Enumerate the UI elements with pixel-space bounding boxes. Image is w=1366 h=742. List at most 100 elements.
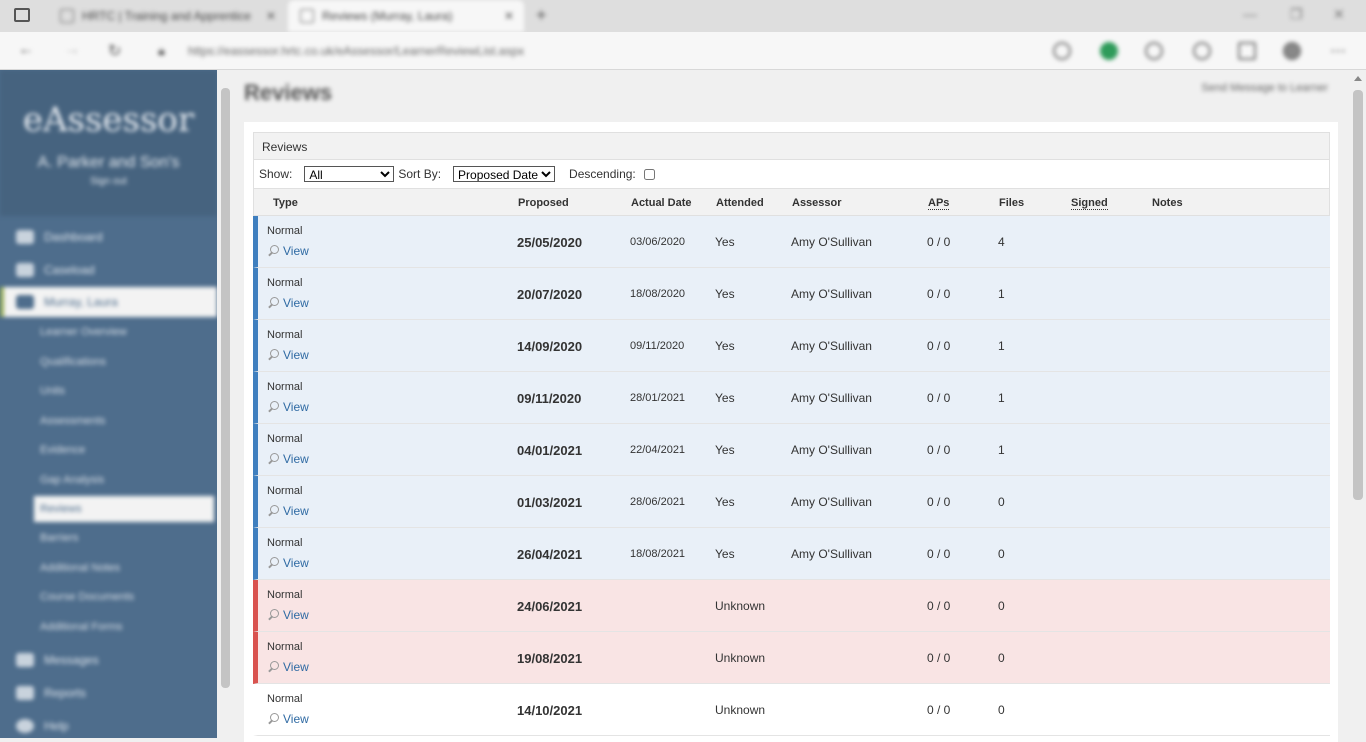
sidebar-subitem-additional-forms[interactable]: Additional Forms — [34, 614, 214, 640]
assessor: Amy O'Sullivan — [791, 339, 872, 353]
close-icon[interactable]: ✕ — [266, 9, 276, 23]
more-icon[interactable]: ⋯ — [1330, 41, 1346, 61]
sidebar-subitem-gap-analysis[interactable]: Gap Analysis — [34, 467, 214, 493]
files-count: 4 — [998, 235, 1005, 249]
files-count: 1 — [998, 339, 1005, 353]
descending-label: Descending: — [569, 167, 636, 181]
page-favicon-icon — [300, 9, 314, 23]
descending-checkbox[interactable] — [643, 168, 655, 180]
back-icon[interactable]: ← — [18, 41, 34, 59]
forward-icon[interactable]: → — [64, 41, 80, 59]
scrollbar-thumb[interactable] — [1353, 90, 1363, 500]
table-row: Normal View 14/09/2020 09/11/2020 Yes Amy O'S… — [253, 320, 1330, 372]
view-link[interactable]: View — [267, 296, 309, 310]
avatar[interactable] — [1283, 42, 1301, 60]
app-logo[interactable]: eAssessor — [0, 70, 217, 140]
sidebar-subitem-units[interactable]: Units — [34, 378, 214, 404]
view-link[interactable]: View — [267, 244, 309, 258]
attended: Yes — [715, 391, 735, 405]
view-label: View — [283, 712, 309, 726]
aps: 0 / 0 — [927, 235, 951, 249]
proposed-date: 14/10/2021 — [517, 703, 583, 718]
extension-icon[interactable] — [1053, 42, 1071, 60]
sidebar-subitem-learner-overview[interactable]: Learner Overview — [34, 319, 214, 345]
view-label: View — [283, 504, 309, 518]
sidebar-subitem-course-documents[interactable]: Course Documents — [34, 584, 214, 610]
sidebar-scrollbar[interactable] — [217, 70, 234, 738]
magnifier-icon — [267, 348, 280, 362]
sort-by-select[interactable]: Proposed Date — [453, 166, 556, 182]
column-header-proposed[interactable]: Proposed — [518, 197, 569, 209]
reports-icon — [16, 686, 34, 700]
sign-out-link[interactable]: Sign out — [0, 176, 217, 187]
sidebar-item-learner[interactable]: Murray, Laura — [0, 287, 217, 317]
proposed-date: 25/05/2020 — [517, 235, 583, 250]
new-tab-icon[interactable]: + — [536, 5, 547, 26]
view-link[interactable]: View — [267, 660, 309, 674]
downloads-icon[interactable] — [1238, 42, 1256, 60]
sidebar-item-caseload[interactable]: Caseload — [0, 255, 217, 285]
sidebar-subitem-additional-notes[interactable]: Additional Notes — [34, 555, 214, 581]
view-link[interactable]: View — [267, 504, 309, 518]
send-message-link[interactable]: Send Message to Learner — [1201, 82, 1328, 94]
lock-icon[interactable]: 🔒︎ — [158, 43, 165, 59]
view-link[interactable]: View — [267, 556, 309, 570]
address-bar: ← → ↻ 🔒︎ https://eassessor.hrtc.co.uk/eA… — [0, 32, 1366, 70]
files-count: 0 — [998, 651, 1005, 665]
sidebar-subitem-reviews[interactable]: Reviews — [34, 496, 214, 522]
sidebar-item-reports[interactable]: Reports — [0, 678, 217, 708]
sidebar-subitem-evidence[interactable]: Evidence — [34, 437, 214, 463]
aps: 0 / 0 — [927, 339, 951, 353]
aps: 0 / 0 — [927, 651, 951, 665]
scrollbar-thumb[interactable] — [221, 88, 230, 688]
column-header-files: Files — [999, 197, 1025, 209]
aps: 0 / 0 — [927, 547, 951, 561]
extension-icon[interactable] — [1100, 42, 1118, 60]
settings-icon[interactable] — [1145, 42, 1163, 60]
show-select[interactable]: All — [304, 166, 395, 182]
sidebar-item-messages[interactable]: Messages — [0, 645, 217, 675]
page-title: Reviews — [244, 80, 333, 105]
minimize-icon[interactable]: — — [1243, 6, 1257, 22]
view-link[interactable]: View — [267, 400, 309, 414]
column-header-attended[interactable]: Attended — [716, 197, 764, 209]
sidebar-item-help[interactable]: Help — [0, 711, 217, 738]
view-link[interactable]: View — [267, 608, 309, 622]
review-type: Normal — [267, 329, 303, 341]
help-icon — [16, 719, 34, 733]
proposed-date: 24/06/2021 — [517, 599, 583, 614]
view-link[interactable]: View — [267, 712, 309, 726]
assessor: Amy O'Sullivan — [791, 235, 872, 249]
view-link[interactable]: View — [267, 348, 309, 362]
browser-tab-hrtc[interactable]: HRTC | Training and Apprentice ✕ — [48, 0, 286, 32]
reviews-table: Type Proposed Actual Date Attended Asses… — [253, 188, 1330, 736]
column-header-actual-date[interactable]: Actual Date — [631, 197, 692, 209]
table-row: Normal View 20/07/2020 18/08/2020 Yes Amy O'S… — [253, 268, 1330, 320]
history-icon[interactable] — [1193, 42, 1211, 60]
column-header-assessor[interactable]: Assessor — [792, 197, 842, 209]
sidebar-item-dashboard[interactable]: Dashboard — [0, 222, 217, 252]
column-header-notes: Notes — [1152, 197, 1183, 209]
browser-tab-reviews[interactable]: Reviews (Murray, Laura) ✕ — [288, 0, 524, 32]
table-row: Normal View 14/10/2021 Unknown 0 / 0 0 — [253, 684, 1330, 736]
proposed-date: 20/07/2020 — [517, 287, 583, 302]
sidebar-subitem-assessments[interactable]: Assessments — [34, 408, 214, 434]
refresh-icon[interactable]: ↻ — [108, 41, 121, 61]
actual-date: 22/04/2021 — [630, 444, 686, 456]
view-link[interactable]: View — [267, 452, 309, 466]
scroll-up-icon[interactable] — [1354, 76, 1362, 81]
tab-actions-icon[interactable] — [14, 8, 30, 22]
maximize-icon[interactable]: ❐ — [1290, 6, 1303, 23]
close-icon[interactable]: ✕ — [504, 9, 514, 23]
sidebar-subitem-barriers[interactable]: Barriers — [34, 525, 214, 551]
files-count: 0 — [998, 495, 1005, 509]
review-type: Normal — [267, 433, 303, 445]
attended: Yes — [715, 287, 735, 301]
close-window-icon[interactable]: ✕ — [1333, 6, 1345, 23]
page-scrollbar[interactable] — [1350, 70, 1366, 738]
sidebar-subitem-qualifications[interactable]: Qualifications — [34, 349, 214, 375]
proposed-date: 26/04/2021 — [517, 547, 583, 562]
url-input[interactable]: https://eassessor.hrtc.co.uk/eAssessor/L… — [188, 44, 524, 58]
attended: Yes — [715, 443, 735, 457]
view-label: View — [283, 244, 309, 258]
